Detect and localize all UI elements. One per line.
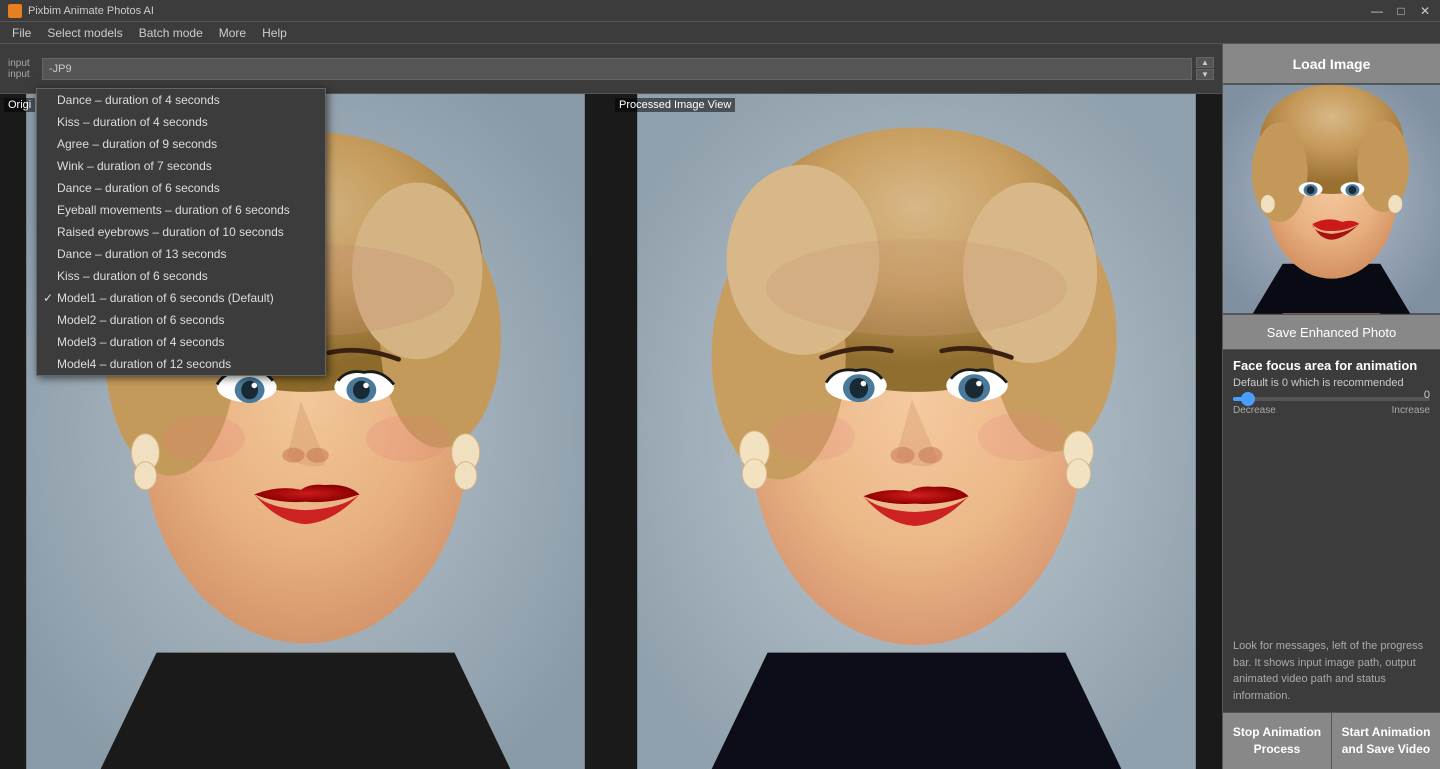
slider-track [1233,397,1430,401]
dropdown-item[interactable]: Dance – duration of 4 seconds [37,89,325,111]
right-sidebar: Load Image [1222,44,1440,769]
dropdown-item[interactable]: Kiss – duration of 6 seconds [37,265,325,287]
dropdown-item[interactable]: Raised eyebrows – duration of 10 seconds [37,221,325,243]
app-title: Pixbim Animate Photos AI [28,5,154,17]
scroll-up-button[interactable]: ▲ [1196,57,1214,68]
slider-container: 0 [1233,397,1430,401]
thumbnail-svg [1223,84,1440,314]
menu-select-models[interactable]: Select models [39,24,130,42]
menu-more[interactable]: More [211,24,254,42]
face-focus-section: Face focus area for animation Default is… [1223,350,1440,630]
menu-file[interactable]: File [4,24,39,42]
main-layout: input input ▲ ▼ Origi [0,44,1440,769]
face-focus-subtitle: Default is 0 which is recommended [1233,377,1430,389]
dropdown-item[interactable]: Agree – duration of 9 seconds [37,133,325,155]
processed-image-panel: Processed Image View [611,94,1222,769]
slider-increase-label: Increase [1392,405,1430,416]
original-panel-label: Origi [4,98,35,112]
scroll-down-button[interactable]: ▼ [1196,69,1214,80]
dropdown-item[interactable]: Kiss – duration of 4 seconds [37,111,325,133]
dropdown-item[interactable]: Model2 – duration of 6 seconds [37,309,325,331]
load-image-button[interactable]: Load Image [1223,44,1440,84]
menu-batch-mode[interactable]: Batch mode [131,24,211,42]
dropdown-item[interactable]: Wink – duration of 7 seconds [37,155,325,177]
toolbar-labels: input input [8,58,38,80]
scroll-buttons: ▲ ▼ [1196,57,1214,80]
menu-bar: File Select models Batch mode More Help [0,22,1440,44]
dropdown-item[interactable]: Dance – duration of 6 seconds [37,177,325,199]
menu-help[interactable]: Help [254,24,295,42]
file-path-container: ▲ ▼ [42,57,1214,80]
info-text: Look for messages, left of the progress … [1223,630,1440,712]
dropdown-item[interactable]: Eyeball movements – duration of 6 second… [37,199,325,221]
bottom-buttons: Stop Animation Process Start Animation a… [1223,712,1440,769]
start-animation-button[interactable]: Start Animation and Save Video [1332,713,1440,769]
minimize-button[interactable]: — [1370,4,1384,18]
slider-value: 0 [1424,389,1430,401]
slider-labels: Decrease Increase [1233,405,1430,416]
maximize-button[interactable]: □ [1394,4,1408,18]
dropdown-item[interactable]: Model1 – duration of 6 seconds (Default) [37,287,325,309]
content-area: input input ▲ ▼ Origi [0,44,1222,769]
face-focus-title: Face focus area for animation [1233,358,1430,373]
file-path-input[interactable] [42,58,1192,80]
slider-thumb[interactable] [1241,392,1255,406]
processed-panel-label: Processed Image View [615,98,735,112]
dropdown-item[interactable]: Dance – duration of 13 seconds [37,243,325,265]
processed-face-svg [611,94,1222,769]
close-button[interactable]: ✕ [1418,4,1432,18]
app-icon [8,4,22,18]
input-label-1: input [8,58,38,69]
title-bar-controls: — □ ✕ [1370,4,1432,18]
input-label-2: input [8,69,38,80]
dropdown-item[interactable]: Model4 – duration of 12 seconds [37,353,325,375]
dropdown-item[interactable]: Model3 – duration of 4 seconds [37,331,325,353]
save-enhanced-button[interactable]: Save Enhanced Photo [1223,314,1440,350]
slider-decrease-label: Decrease [1233,405,1276,416]
thumbnail-container [1223,84,1440,314]
title-bar-left: Pixbim Animate Photos AI [8,4,154,18]
stop-animation-button[interactable]: Stop Animation Process [1223,713,1332,769]
toolbar: input input ▲ ▼ [0,44,1222,94]
title-bar: Pixbim Animate Photos AI — □ ✕ [0,0,1440,22]
dropdown-menu: Dance – duration of 4 secondsKiss – dura… [36,88,326,376]
